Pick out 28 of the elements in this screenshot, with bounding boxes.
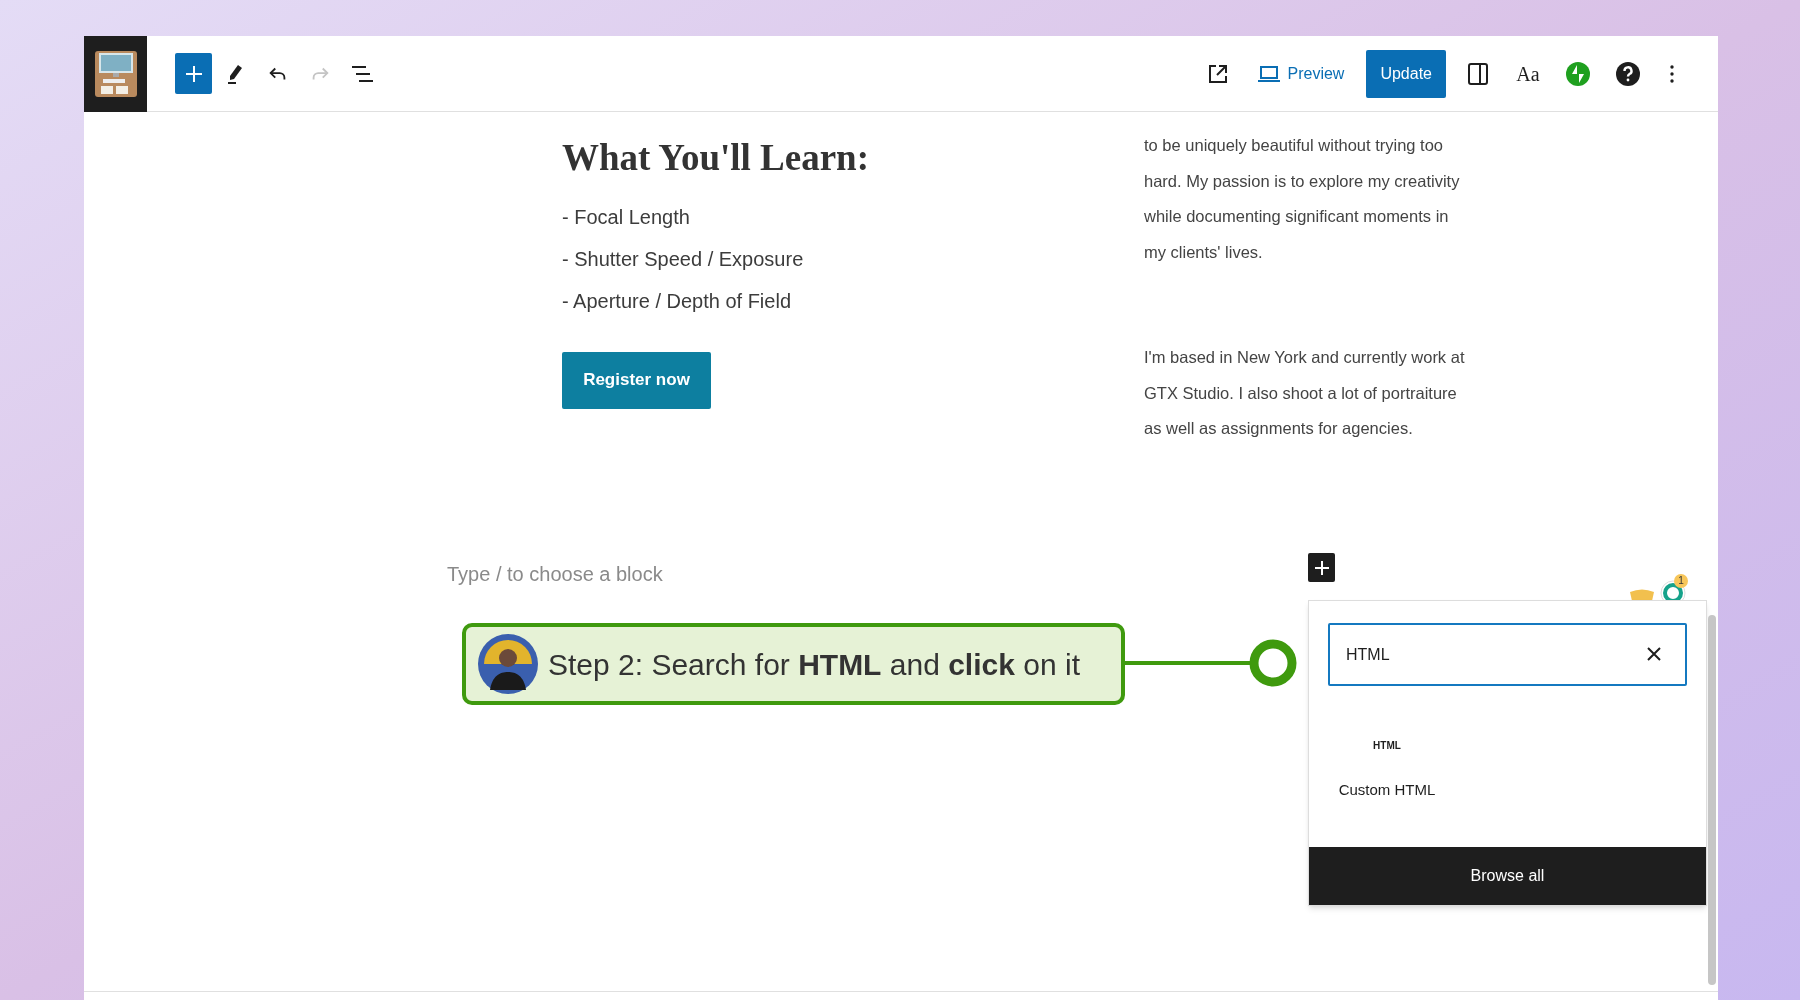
section-heading: What You'll Learn: (562, 136, 870, 180)
styles-button[interactable]: Aa (1510, 55, 1546, 92)
list-item: - Shutter Speed / Exposure (562, 246, 805, 272)
site-logo[interactable] (84, 35, 147, 112)
list-item: - Aperture / Depth of Field (562, 288, 792, 314)
list-item: - Focal Length (562, 204, 691, 230)
lightning-icon (1566, 61, 1590, 86)
sidebar-icon (1468, 62, 1488, 85)
plus-icon (184, 64, 203, 83)
paragraph: to be uniquely beautiful without trying too hard. My passion is to explore my creativity while documenting significant moments in my clients' lives. (1144, 135, 1461, 263)
notification-badge: 1 (1674, 574, 1688, 588)
plus-icon (1314, 560, 1329, 575)
paragraph: I'm based in New York and currently work at GTX Studio. I also shoot a lot of portraiture as well as assignments for agencies. (1144, 347, 1465, 439)
block-result[interactable]: HTML Custom HTML (1337, 738, 1437, 802)
list-icon (351, 64, 373, 83)
laptop-icon (1257, 65, 1280, 82)
register-button[interactable]: Register now (562, 351, 711, 409)
search-field[interactable]: HTML (1328, 623, 1687, 686)
browse-all-button[interactable]: Browse all (1309, 847, 1706, 905)
external-link-icon (1207, 63, 1228, 84)
update-button[interactable]: Update (1366, 49, 1446, 98)
avatar (478, 634, 538, 694)
preview-button[interactable]: Preview (1249, 53, 1353, 94)
help-icon (1616, 61, 1640, 86)
callout-text: Step 2: Search for HTML and click on it (548, 646, 1080, 683)
close-icon[interactable] (1647, 647, 1661, 661)
more-icon (1670, 64, 1674, 83)
add-block-button[interactable] (1308, 553, 1335, 582)
